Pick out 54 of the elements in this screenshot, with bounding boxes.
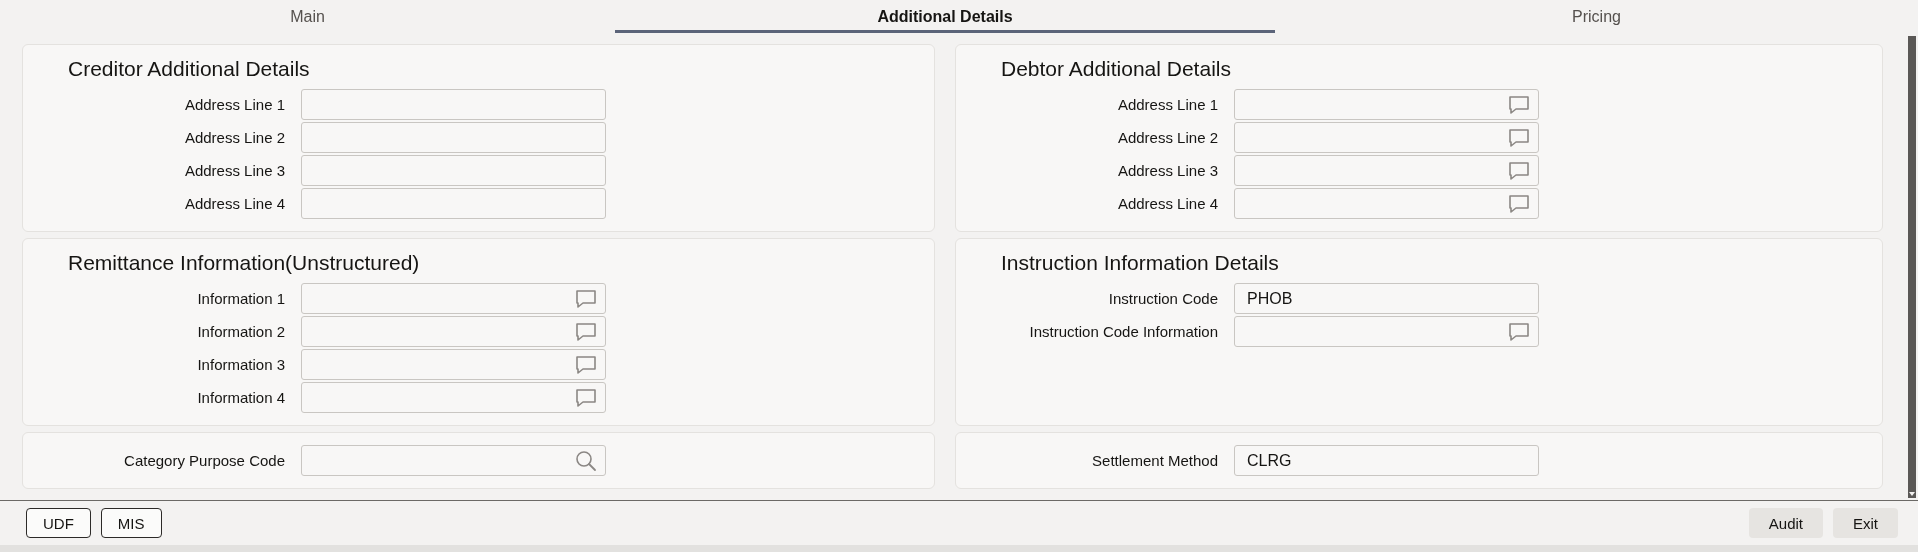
field-label: Instruction Code Information [1028,323,1218,340]
footer-button[interactable]: UDF [26,508,91,538]
input-field[interactable] [301,316,606,347]
comment-icon[interactable] [575,288,597,309]
input-field[interactable]: CLRG [1234,445,1539,476]
field-label: Information 1 [196,290,285,307]
input-field[interactable] [1234,89,1539,120]
comment-icon[interactable] [1508,321,1530,342]
section-title: Creditor Additional Details [68,56,311,82]
input-field[interactable] [1234,155,1539,186]
field-label: Address Line 4 [1116,195,1218,212]
input-field[interactable] [1234,188,1539,219]
footer-button[interactable]: MIS [100,508,162,538]
field-label: Address Line 2 [1116,129,1218,146]
footer-button[interactable]: Exit [1833,508,1898,538]
input-field[interactable] [301,445,606,476]
input-field[interactable] [1234,316,1539,347]
field-label: Address Line 4 [183,195,285,212]
field-label: Address Line 3 [1116,162,1218,179]
footer-button[interactable]: Audit [1748,508,1823,538]
comment-icon[interactable] [1508,160,1530,181]
comment-icon[interactable] [1508,127,1530,148]
comment-icon[interactable] [1508,193,1530,214]
section-title: Instruction Information Details [1001,250,1280,276]
tab[interactable]: Pricing [1275,0,1918,33]
search-icon[interactable] [575,449,597,472]
section-title: Remittance Information(Unstructured) [68,250,421,276]
field-label: Address Line 1 [183,96,285,113]
input-field[interactable] [301,349,606,380]
scrollbar[interactable] [1908,36,1916,498]
comment-icon[interactable] [575,387,597,408]
tab[interactable]: Additional Details [615,0,1275,33]
input-field[interactable] [301,89,606,120]
field-label: Instruction Code [1107,290,1218,307]
field-label: Information 3 [196,356,285,373]
input-field[interactable] [301,283,606,314]
field-label: Address Line 3 [183,162,285,179]
input-field[interactable] [301,155,606,186]
input-field[interactable]: PHOB [1234,283,1539,314]
field-label: Settlement Method [1091,452,1218,469]
input-field[interactable] [301,122,606,153]
tab[interactable]: Main [0,0,615,33]
comment-icon[interactable] [575,354,597,375]
comment-icon[interactable] [1508,94,1530,115]
input-field[interactable] [301,188,606,219]
field-label: Information 2 [196,323,285,340]
input-field[interactable] [301,382,606,413]
section-title: Debtor Additional Details [1001,56,1232,82]
field-label: Category Purpose Code [123,452,285,469]
field-label: Information 4 [196,389,285,406]
input-field[interactable] [1234,122,1539,153]
field-label: Address Line 2 [183,129,285,146]
comment-icon[interactable] [575,321,597,342]
field-label: Address Line 1 [1116,96,1218,113]
